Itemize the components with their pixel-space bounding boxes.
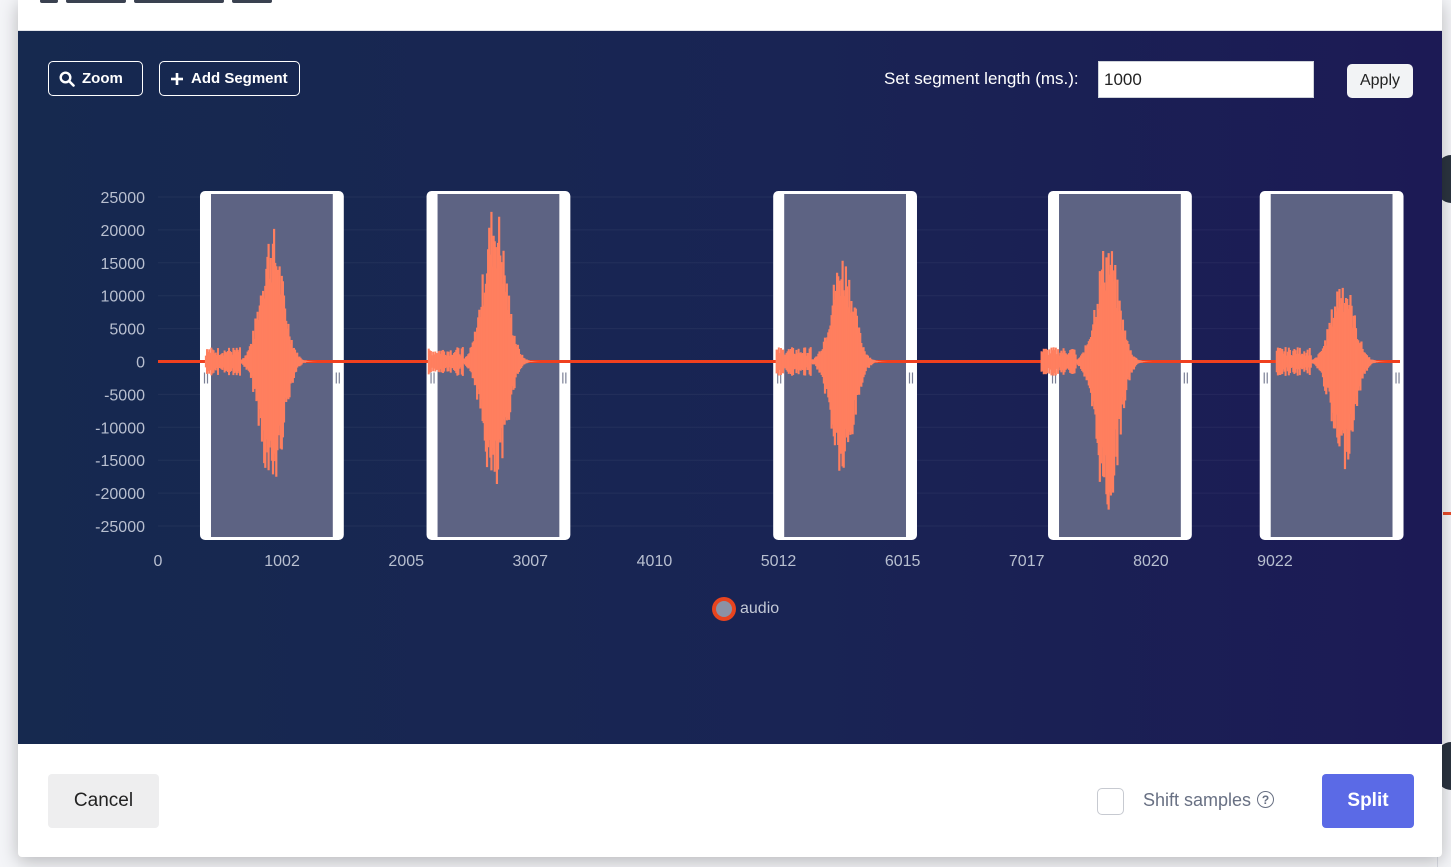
waveform-panel: Zoom Add Segment Set segment length (ms.… bbox=[18, 31, 1442, 744]
y-tick-label: -15000 bbox=[95, 453, 145, 470]
x-tick-label: 7017 bbox=[1009, 553, 1045, 570]
x-tick-label: 0 bbox=[154, 553, 163, 570]
y-tick-label: -20000 bbox=[95, 486, 145, 503]
y-tick-label: 20000 bbox=[101, 223, 146, 240]
legend-marker-inner bbox=[716, 601, 732, 617]
y-tick-label: 5000 bbox=[109, 322, 145, 339]
x-tick-label: 9022 bbox=[1257, 553, 1293, 570]
background-accent-line bbox=[1443, 512, 1451, 515]
y-tick-label: 25000 bbox=[101, 190, 146, 207]
cancel-button[interactable]: Cancel bbox=[48, 774, 159, 828]
help-icon[interactable]: ? bbox=[1257, 791, 1274, 808]
y-tick-label: -10000 bbox=[95, 420, 145, 437]
shift-samples-label: Shift samples bbox=[1143, 790, 1252, 810]
y-tick-label: -5000 bbox=[104, 387, 145, 404]
background-left-strip bbox=[0, 0, 18, 867]
x-tick-label: 2005 bbox=[388, 553, 424, 570]
y-tick-label: 10000 bbox=[101, 289, 146, 306]
x-tick-label: 4010 bbox=[637, 553, 673, 570]
y-tick-label: -25000 bbox=[95, 519, 145, 536]
waveform-chart[interactable]: 25000 20000 15000 10000 5000 0 -5000 -10000 -150… bbox=[18, 31, 1442, 744]
x-tick-label: 1002 bbox=[264, 553, 300, 570]
shift-samples-checkbox[interactable] bbox=[1097, 788, 1124, 815]
split-sample-modal: Zoom Add Segment Set segment length (ms.… bbox=[18, 0, 1442, 857]
split-button[interactable]: Split bbox=[1322, 774, 1414, 828]
y-tick-label: 0 bbox=[136, 355, 145, 372]
legend[interactable]: audio bbox=[712, 597, 779, 621]
modal-title-cutoff bbox=[40, 0, 340, 4]
x-tick-label: 6015 bbox=[885, 553, 921, 570]
x-tick-label: 3007 bbox=[512, 553, 548, 570]
x-axis: 0 1002 2005 3007 4010 5012 6015 7017 8020 9022 bbox=[154, 553, 1293, 570]
x-tick-label: 5012 bbox=[761, 553, 797, 570]
modal-header bbox=[18, 0, 1442, 31]
x-tick-label: 8020 bbox=[1133, 553, 1169, 570]
y-tick-label: 15000 bbox=[101, 256, 146, 273]
legend-label: audio bbox=[740, 600, 779, 617]
